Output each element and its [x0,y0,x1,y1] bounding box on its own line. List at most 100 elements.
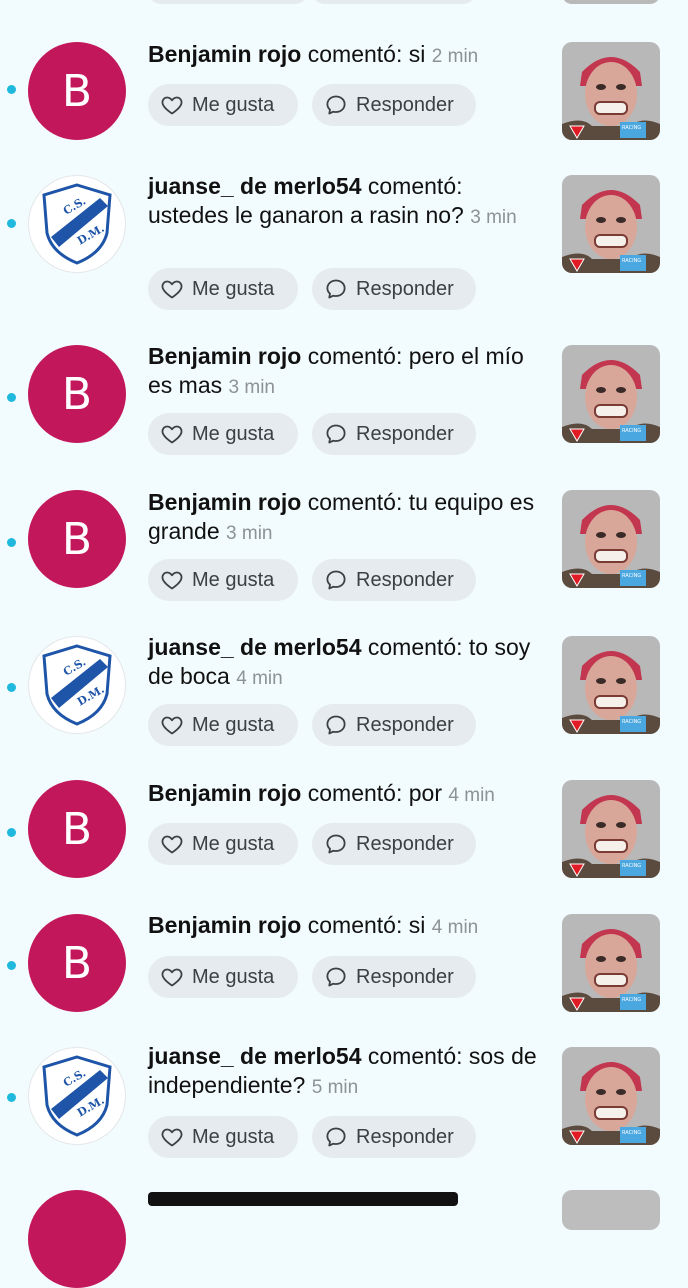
comment-verb: comentó: [307,41,403,67]
unread-dot [7,393,16,402]
comment-time: 4 min [236,668,283,689]
reply-button[interactable]: Responder [312,1116,476,1158]
author-name[interactable]: Benjamin rojo [148,780,301,806]
avatar[interactable]: C.S. D.M. [28,636,126,734]
like-button[interactable]: Me gusta [148,956,298,998]
like-button[interactable]: Me gusta [148,704,298,746]
thumbnail-badge-text: RACING [622,258,641,264]
partial-like-button[interactable] [148,0,308,4]
video-thumbnail-face: RACING [562,42,660,140]
thumbnail-badge-text: RACING [622,1130,641,1136]
unread-dot [7,828,16,837]
reply-button[interactable]: Responder [312,559,476,601]
avatar[interactable]: B [28,490,126,588]
heart-icon [161,280,183,299]
video-thumbnail[interactable]: RACING [562,175,660,273]
video-thumbnail-face: RACING [562,636,660,734]
reply-bubble-icon [326,715,346,735]
video-thumbnail[interactable]: RACING [562,914,660,1012]
heart-icon [161,968,183,987]
comment-text[interactable]: Benjamin rojo comentó: por 4 min [148,779,548,810]
like-button[interactable]: Me gusta [148,268,298,310]
reply-bubble-icon [326,570,346,590]
comment-time: 2 min [431,46,479,67]
video-thumbnail-face: RACING [562,914,660,1012]
reply-bubble-icon [326,1127,346,1147]
comment-time: 3 min [228,377,275,398]
reply-button[interactable]: Responder [312,956,476,998]
comment-body: por [408,780,442,806]
comment-text[interactable]: Benjamin rojo comentó: si 4 min [148,911,548,942]
avatar[interactable]: B [28,42,126,140]
avatar[interactable]: C.S. D.M. [28,175,126,273]
author-name[interactable]: Benjamin rojo [148,41,301,67]
reply-button[interactable]: Responder [312,704,476,746]
comment-body: si [408,41,426,67]
avatar[interactable]: B [28,780,126,878]
comment-body: si [408,912,426,938]
reply-label: Responder [356,277,454,300]
unread-dot [7,538,16,547]
avatar-initial: B [61,513,93,565]
comment-text[interactable]: juanse_ de merlo54 comentó: to soy de bo… [148,633,548,693]
club-crest-icon: C.S.D.M. [42,183,112,265]
video-thumbnail[interactable]: RACING [562,780,660,878]
comment-text[interactable]: juanse_ de merlo54 comentó: sos de indep… [148,1042,548,1102]
comment-actions: Me gusta Responder [148,559,476,601]
reply-button[interactable]: Responder [312,268,476,310]
video-thumbnail[interactable]: RACING [562,636,660,734]
comment-text[interactable]: Benjamin rojo comentó: si 2 min [148,40,548,71]
reply-label: Responder [356,713,454,736]
video-thumbnail-face: RACING [562,175,660,273]
author-name[interactable]: Benjamin rojo [148,489,301,515]
avatar[interactable]: B [28,914,126,1012]
club-crest-icon: C.S.D.M. [42,1055,112,1137]
author-name[interactable]: juanse_ de merlo54 [148,1043,362,1069]
heart-icon [161,96,183,115]
reply-button[interactable]: Responder [312,823,476,865]
like-button[interactable]: Me gusta [148,84,298,126]
partial-thumbnail[interactable] [562,1190,660,1230]
partial-comment-text [148,1192,458,1206]
thumbnail-badge-text: RACING [622,863,641,869]
unread-dot [7,219,16,228]
author-name[interactable]: juanse_ de merlo54 [148,634,362,660]
comment-verb: comentó: [307,912,403,938]
reply-button[interactable]: Responder [312,413,476,455]
like-button[interactable]: Me gusta [148,823,298,865]
video-thumbnail[interactable]: RACING [562,1047,660,1145]
avatar[interactable]: C.S. D.M. [28,1047,126,1145]
video-thumbnail-face: RACING [562,780,660,878]
avatar[interactable]: B [28,345,126,443]
reply-bubble-icon [326,279,346,299]
video-thumbnail[interactable]: RACING [562,345,660,443]
author-name[interactable]: Benjamin rojo [148,912,301,938]
like-button[interactable]: Me gusta [148,413,298,455]
partial-reply-button[interactable] [312,0,476,4]
like-button[interactable]: Me gusta [148,559,298,601]
comment-text[interactable]: juanse_ de merlo54 comentó: ustedes le g… [148,172,548,232]
video-thumbnail[interactable]: RACING [562,490,660,588]
unread-dot [7,683,16,692]
video-thumbnail-face: RACING [562,345,660,443]
reply-label: Responder [356,422,454,445]
comment-verb: comentó: [367,173,463,199]
partial-avatar [28,1190,126,1288]
author-name[interactable]: Benjamin rojo [148,343,301,369]
comment-text[interactable]: Benjamin rojo comentó: tu equipo es gran… [148,488,548,548]
comment-time: 4 min [448,785,495,806]
reply-label: Responder [356,965,454,988]
like-button[interactable]: Me gusta [148,1116,298,1158]
comment-text[interactable]: Benjamin rojo comentó: pero el mío es ma… [148,342,548,402]
like-label: Me gusta [192,1125,275,1148]
comment-actions: Me gusta Responder [148,823,476,865]
unread-dot [7,85,16,94]
video-thumbnail[interactable]: RACING [562,42,660,140]
heart-icon [161,835,183,854]
author-name[interactable]: juanse_ de merlo54 [148,173,362,199]
comment-time: 4 min [431,917,479,938]
reply-button[interactable]: Responder [312,84,476,126]
comment-verb: comentó: [367,1043,463,1069]
like-label: Me gusta [192,93,275,116]
partial-thumbnail[interactable] [562,0,660,4]
